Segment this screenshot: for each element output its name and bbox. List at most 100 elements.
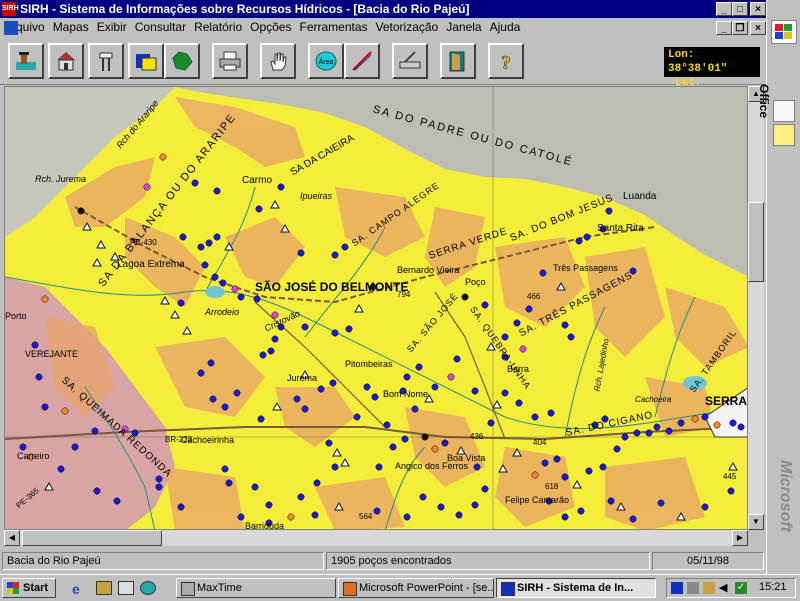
well-marker[interactable]	[209, 395, 217, 403]
well-marker[interactable]	[531, 413, 539, 421]
well-marker[interactable]	[179, 233, 187, 241]
title-bar[interactable]: SIRH SIRH - Sistema de Informações sobre…	[0, 0, 766, 18]
well-marker[interactable]	[437, 503, 445, 511]
well-marker[interactable]	[633, 429, 641, 437]
well-marker[interactable]	[57, 465, 65, 473]
house-well-button[interactable]	[48, 43, 84, 79]
well-marker[interactable]	[329, 379, 337, 387]
well-marker[interactable]	[363, 383, 371, 391]
well-marker[interactable]	[297, 249, 305, 257]
pan-button[interactable]	[260, 43, 296, 79]
well-marker[interactable]	[645, 429, 653, 437]
region-map-button[interactable]	[164, 43, 200, 79]
well-marker[interactable]	[607, 497, 615, 505]
map-view[interactable]: SA DO PADRE OU DO CATOLÉ SA DA BALANÇA O…	[4, 86, 748, 530]
well-marker[interactable]	[737, 423, 745, 431]
well-marker[interactable]	[155, 475, 163, 483]
well-marker[interactable]	[191, 179, 199, 187]
well-marker[interactable]	[621, 433, 629, 441]
menu-janela[interactable]: Janela	[442, 18, 485, 34]
tray-network-icon[interactable]	[671, 582, 683, 594]
well-marker[interactable]	[331, 329, 339, 337]
well-marker[interactable]	[213, 233, 221, 241]
well-marker[interactable]	[375, 463, 383, 471]
topographic-map[interactable]: SA DO PADRE OU DO CATOLÉ SA DA BALANÇA O…	[5, 87, 748, 530]
well-marker[interactable]	[197, 369, 205, 377]
well-marker[interactable]	[567, 333, 575, 341]
well-marker[interactable]	[301, 323, 309, 331]
well-marker[interactable]	[297, 493, 305, 501]
well-marker[interactable]	[231, 285, 239, 293]
tray-modem-icon[interactable]	[687, 582, 699, 594]
well-marker[interactable]	[471, 501, 479, 509]
well-marker[interactable]	[219, 279, 227, 287]
well-marker[interactable]	[221, 465, 229, 473]
start-button[interactable]: Start	[2, 578, 56, 598]
well-marker[interactable]	[267, 347, 275, 355]
well-marker[interactable]	[143, 183, 151, 191]
well-marker[interactable]	[531, 471, 539, 479]
well-marker[interactable]	[701, 413, 709, 421]
well-marker[interactable]	[113, 497, 121, 505]
speaker-icon[interactable]: ◀	[719, 582, 731, 594]
well-marker[interactable]	[287, 513, 295, 521]
well-marker[interactable]	[431, 445, 439, 453]
well-marker[interactable]	[251, 483, 259, 491]
well-marker[interactable]	[317, 385, 325, 393]
menu-vetorizacao[interactable]: Vetorização	[372, 18, 443, 34]
outlook-icon[interactable]	[118, 581, 134, 595]
well-marker[interactable]	[255, 205, 263, 213]
well-marker[interactable]	[31, 341, 39, 349]
well-marker[interactable]	[325, 439, 333, 447]
well-marker[interactable]	[501, 389, 509, 397]
well-marker[interactable]	[345, 325, 353, 333]
well-marker[interactable]	[197, 243, 205, 251]
office-document-icon[interactable]	[773, 100, 795, 122]
vertical-scrollbar[interactable]: ▲ ▼	[748, 86, 764, 530]
well-map-button[interactable]	[8, 43, 44, 79]
well-marker[interactable]	[727, 487, 735, 495]
horizontal-scrollbar[interactable]: ◀ ▶	[4, 530, 748, 546]
well-marker[interactable]	[481, 301, 489, 309]
maximize-button[interactable]: □	[732, 2, 748, 16]
task-maxtime[interactable]: MaxTime	[176, 578, 336, 598]
well-marker[interactable]	[211, 273, 219, 281]
well-marker[interactable]	[657, 499, 665, 507]
well-marker[interactable]	[177, 299, 185, 307]
well-marker[interactable]	[431, 383, 439, 391]
minimize-button[interactable]: _	[716, 2, 732, 16]
scroll-left-button[interactable]: ◀	[4, 530, 20, 546]
horizontal-scroll-thumb[interactable]	[22, 530, 162, 546]
well-marker[interactable]	[701, 503, 709, 511]
well-marker[interactable]	[665, 427, 673, 435]
well-marker[interactable]	[233, 389, 241, 397]
print-button[interactable]	[212, 43, 248, 79]
well-marker[interactable]	[371, 393, 379, 401]
well-marker[interactable]	[415, 363, 423, 371]
child-close-button[interactable]: ×	[750, 21, 766, 35]
well-marker[interactable]	[519, 345, 527, 353]
menu-ferramentas[interactable]: Ferramentas	[295, 18, 371, 34]
well-marker[interactable]	[583, 233, 591, 241]
well-marker[interactable]	[411, 405, 419, 413]
well-marker[interactable]	[177, 503, 185, 511]
tray-task-icon[interactable]	[703, 582, 715, 594]
pump-button[interactable]	[88, 43, 124, 79]
well-marker[interactable]	[561, 321, 569, 329]
well-marker[interactable]	[419, 493, 427, 501]
well-marker[interactable]	[253, 295, 261, 303]
well-marker[interactable]	[421, 433, 429, 441]
line-measure-button[interactable]	[344, 43, 380, 79]
menu-opcoes[interactable]: Opções	[246, 18, 295, 34]
exit-button[interactable]	[440, 43, 476, 79]
well-marker[interactable]	[471, 387, 479, 395]
well-marker[interactable]	[561, 473, 569, 481]
well-marker[interactable]	[259, 351, 267, 359]
well-marker[interactable]	[453, 355, 461, 363]
vertical-scroll-thumb[interactable]	[748, 202, 764, 282]
office-folder-icon[interactable]	[773, 124, 795, 146]
well-marker[interactable]	[277, 183, 285, 191]
well-marker[interactable]	[225, 479, 233, 487]
well-marker[interactable]	[155, 483, 163, 491]
well-marker[interactable]	[341, 243, 349, 251]
